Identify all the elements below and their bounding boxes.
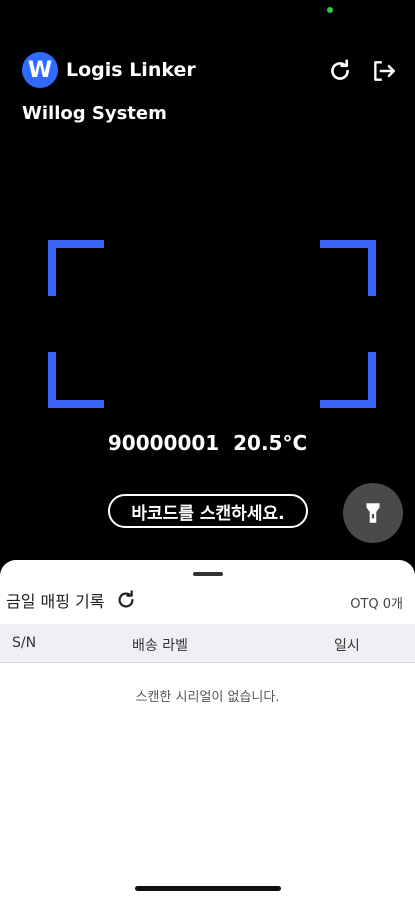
- column-header-shipping-label: 배송 라벨: [132, 638, 188, 654]
- scan-frame-corner-bottom-right: [320, 352, 376, 408]
- logout-button[interactable]: [371, 58, 397, 84]
- app-header: W Logis Linker: [22, 52, 196, 88]
- scan-frame-corner-bottom-left: [48, 352, 104, 408]
- empty-state-message: 스캔한 시리얼이 없습니다.: [135, 690, 280, 705]
- app-logo: W: [22, 52, 58, 88]
- sheet-header: 금일 매핑 기록: [6, 588, 137, 612]
- flashlight-button[interactable]: [343, 483, 403, 543]
- history-refresh-icon[interactable]: [115, 589, 137, 611]
- refresh-icon: [331, 59, 349, 80]
- column-header-datetime: 일시: [334, 638, 360, 654]
- camera-indicator-dot: [327, 7, 333, 13]
- scan-hint: 바코드를 스캔하세요.: [108, 494, 308, 528]
- quantity-count: OTQ 0개: [350, 597, 403, 612]
- scan-frame-corner-top-left: [48, 240, 104, 296]
- home-indicator: [135, 886, 281, 891]
- flashlight-icon: [366, 503, 380, 523]
- table-header: S/N 배송 라벨 일시: [0, 624, 415, 663]
- app-name: Logis Linker: [66, 59, 196, 81]
- scan-reading: 90000001 20.5°C: [107, 431, 308, 455]
- logout-icon: [374, 61, 395, 81]
- refresh-button[interactable]: [327, 58, 353, 84]
- scan-frame-corner-top-right: [320, 240, 376, 296]
- sheet-grabber[interactable]: [193, 572, 223, 576]
- column-header-sn: S/N: [12, 635, 37, 651]
- mapping-history-sheet: 금일 매핑 기록 OTQ 0개 S/N 배송 라벨 일시 스캔한 시리얼이 없습…: [0, 560, 415, 900]
- system-name: Willog System: [22, 103, 167, 124]
- sheet-title: 금일 매핑 기록: [6, 592, 105, 611]
